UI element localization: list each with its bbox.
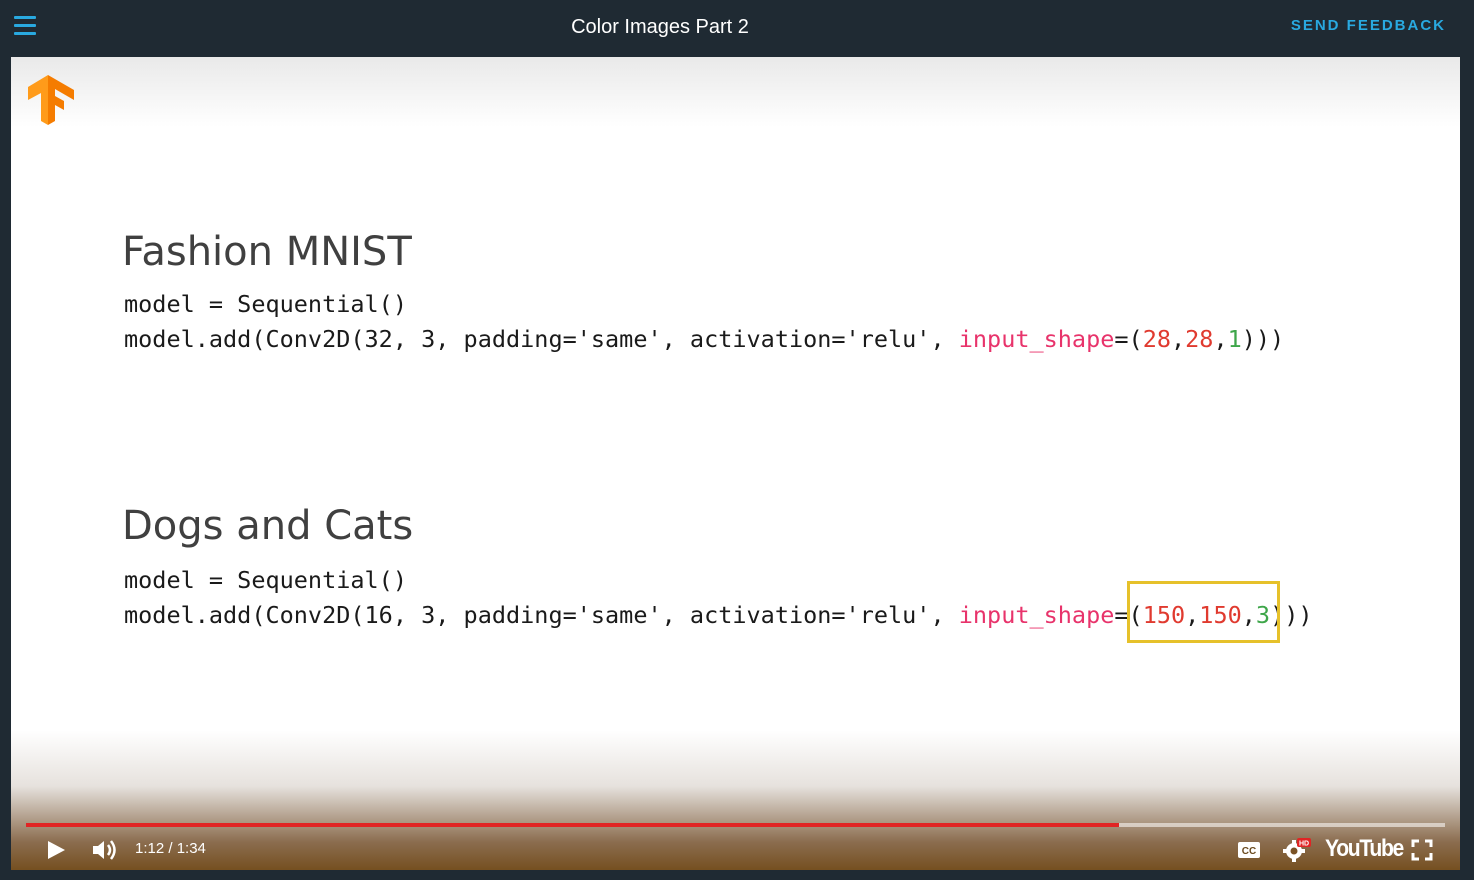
code-number: 28 [1185,325,1214,353]
code-keyword: input_shape [958,325,1115,353]
code-text: model.add(Conv2D(32, 3, padding='same', … [124,325,959,353]
section-heading-dogs-cats: Dogs and Cats [122,503,414,549]
code-number: 28 [1142,325,1171,353]
fullscreen-icon[interactable] [1411,839,1433,861]
code-text: model.add(Conv2D(16, 3, padding='same', … [124,601,959,629]
code-text: , [1213,325,1228,353]
time-display: 1:12 / 1:34 [135,840,206,857]
youtube-logo[interactable]: YouTube [1325,835,1404,863]
send-feedback-button[interactable]: SEND FEEDBACK [1291,17,1446,34]
app-header: Color Images Part 2 SEND FEEDBACK [0,0,1474,57]
code-number: 1 [1227,325,1242,353]
code-line: model.add(Conv2D(32, 3, padding='same', … [124,325,1284,353]
code-keyword: input_shape [958,601,1115,629]
highlight-box [1127,581,1280,643]
captions-icon[interactable]: CC [1237,841,1261,859]
tensorflow-logo [28,75,74,125]
code-line: model = Sequential() [124,290,407,318]
page-title: Color Images Part 2 [571,16,749,38]
section-heading-fashion: Fashion MNIST [122,229,412,275]
hd-badge: HD [1299,841,1309,848]
progress-bar[interactable] [26,823,1445,827]
settings-icon[interactable]: HD [1282,837,1312,863]
play-icon[interactable] [45,839,67,861]
slide-fade [11,57,1460,127]
video-player[interactable]: Fashion MNIST model = Sequential() model… [11,57,1460,870]
code-text: ))) [1241,325,1285,353]
volume-icon[interactable] [91,838,119,862]
progress-played [26,823,1119,827]
code-line: model = Sequential() [124,566,407,594]
captions-label: CC [1242,846,1256,857]
code-text: =( [1114,325,1143,353]
code-text: , [1170,325,1186,353]
